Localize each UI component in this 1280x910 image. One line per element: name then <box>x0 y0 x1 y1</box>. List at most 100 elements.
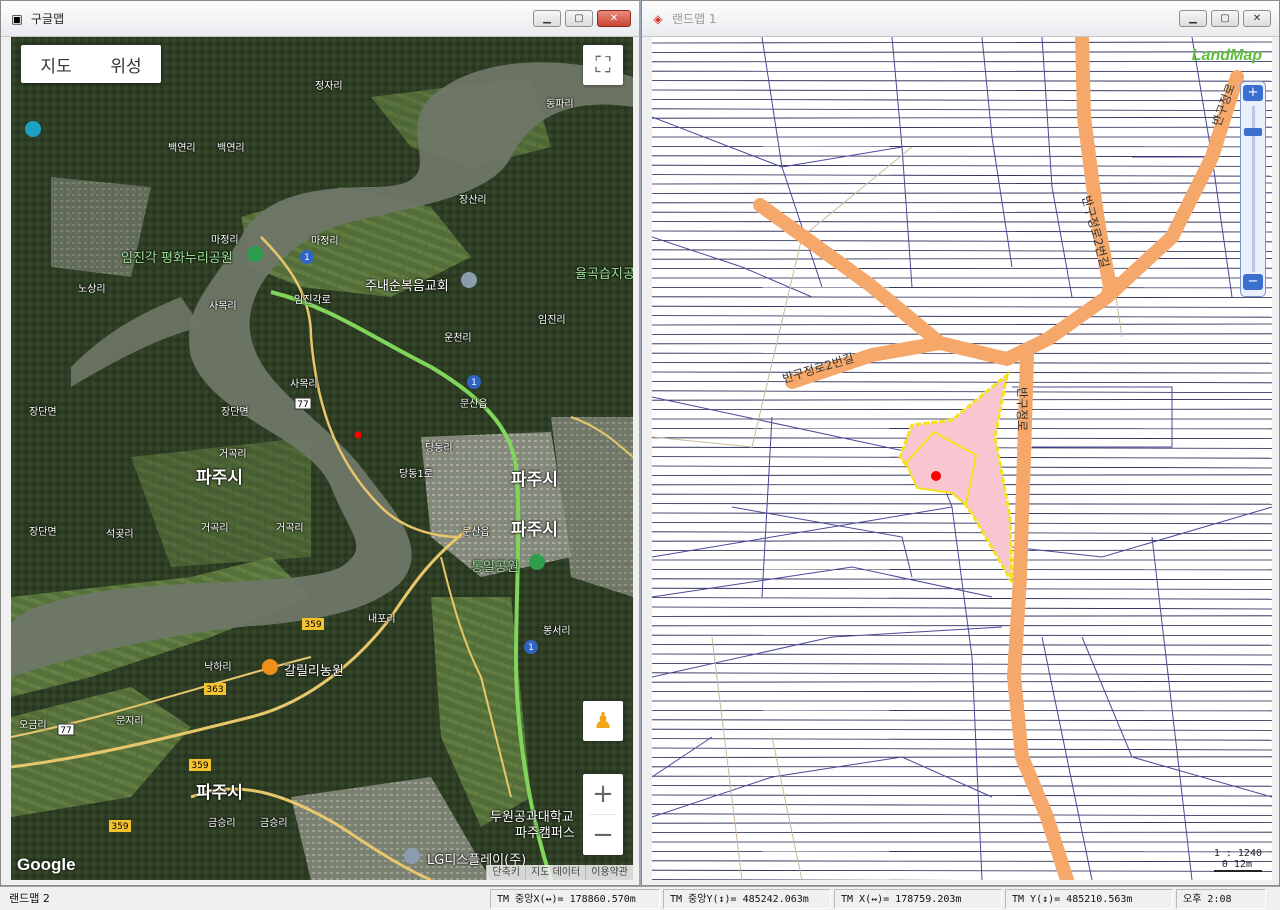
close-button[interactable]: ✕ <box>1243 10 1271 27</box>
label-majeongri-1: 마정리 <box>211 235 239 246</box>
contour-line <box>652 672 1272 675</box>
map-data-link[interactable]: 지도 데이터 <box>525 865 585 880</box>
contour-line <box>652 719 1272 721</box>
street-view-button[interactable]: ♟ <box>583 701 623 741</box>
label-naepori: 내포리 <box>368 614 396 625</box>
minimize-button[interactable]: ▁ <box>1179 10 1207 27</box>
route-359-shield-a: 359 <box>304 620 321 630</box>
contour-line <box>652 80 1272 82</box>
contour-line <box>652 521 1272 525</box>
route-359-shield-c: 359 <box>111 822 128 832</box>
label-samokri: 사목리 <box>209 301 237 312</box>
contour-line <box>652 155 1272 157</box>
route-1-shield-b: 1 <box>471 378 477 388</box>
contour-line <box>652 681 1272 683</box>
contour-line <box>652 192 1272 194</box>
contour-line <box>652 117 1272 119</box>
window-app-icon: ▣ <box>11 11 23 26</box>
contour-line <box>652 371 1272 374</box>
contour-line <box>652 587 1272 590</box>
contour-line <box>652 615 1272 617</box>
label-geumseungri-1: 금승리 <box>208 818 236 829</box>
contour-line <box>652 503 1272 505</box>
landmap-zoom-slider[interactable]: + − <box>1240 81 1266 297</box>
label-ogeumri: 오금리 <box>19 720 47 731</box>
label-duwon-campus[interactable]: 파주캠퍼스 <box>515 822 575 841</box>
status-app-name: 랜드맵 2 <box>9 891 50 905</box>
minimize-button[interactable]: ▁ <box>533 10 561 27</box>
label-munsan-eup: 문산읍 <box>460 399 488 410</box>
contour-line <box>652 380 1272 384</box>
contour-line <box>652 728 1272 731</box>
label-imjingak-park[interactable]: 임진각 평화누리공원 <box>121 247 233 266</box>
status-tm-center-y: TM 중앙Y(↕)= 485242.063m <box>663 888 831 909</box>
map-type-map-button[interactable]: 지도 <box>40 52 71 77</box>
label-paju-1: 파주시 <box>196 468 243 488</box>
landmap-zoom-out-button[interactable]: − <box>1243 274 1263 290</box>
label-dangdongri: 당동리 <box>425 443 453 454</box>
close-button[interactable]: ✕ <box>597 10 631 27</box>
label-nosangri: 노상리 <box>78 284 106 295</box>
status-tm-center-x: TM 중앙X(↔)= 178860.570m <box>490 888 660 909</box>
status-tm-y: TM Y(↕)= 485210.563m <box>1005 888 1173 909</box>
status-tm-x: TM X(↔)= 178759.203m <box>834 888 1002 909</box>
selected-location-marker[interactable] <box>931 471 941 481</box>
zoom-thumb[interactable] <box>1244 128 1262 136</box>
fullscreen-button[interactable]: ⛶ <box>583 45 623 85</box>
contour-line <box>652 108 1272 111</box>
route-77-shield-a: 77 <box>297 400 308 410</box>
zoom-out-button[interactable]: − <box>583 815 623 855</box>
label-geumseungri-2: 금승리 <box>260 818 288 829</box>
landmap-window: ◈ 랜드맵 1 ▁ ▢ ✕ 반구정로2번길 반구정로2번길 반구정로 반구정로 … <box>641 0 1280 886</box>
label-tongil-park[interactable]: 통일공원 <box>471 556 519 575</box>
contour-line <box>652 597 1272 600</box>
contour-line <box>652 869 1272 872</box>
cadastral-map[interactable]: 반구정로2번길 반구정로2번길 반구정로 반구정로 LandMap + − 1 … <box>652 37 1272 880</box>
contour-line <box>652 164 1272 167</box>
contour-line <box>652 794 1272 797</box>
contour-line <box>652 747 1272 751</box>
map-type-satellite-button[interactable]: 위성 <box>110 52 141 77</box>
contour-line <box>652 663 1272 666</box>
label-jangdan-myeon-3: 장단면 <box>29 527 57 538</box>
route-77-shield-b: 77 <box>60 726 71 736</box>
contour-line <box>652 398 1272 401</box>
scale-ratio: 1 : 1240 <box>1213 848 1262 859</box>
route-363-shield: 363 <box>206 685 223 695</box>
contour-line <box>652 323 1272 326</box>
contour-line <box>652 296 1272 299</box>
landmap-app-icon: ◈ <box>653 11 663 26</box>
maximize-button[interactable]: ▢ <box>565 10 593 27</box>
keyboard-shortcuts-link[interactable]: 단축키 <box>486 865 525 880</box>
terms-link[interactable]: 이용약관 <box>585 865 633 880</box>
label-jounae-church[interactable]: 주내순복음교회 <box>365 275 449 294</box>
label-nakhari: 낙하리 <box>204 662 232 673</box>
landmap-titlebar[interactable]: ◈ 랜드맵 1 ▁ ▢ ✕ <box>642 1 1279 37</box>
label-yulgok-wetland[interactable]: 율곡습지공 <box>575 263 633 282</box>
contour-line <box>652 860 1272 862</box>
label-jangdan-myeon-2: 장단면 <box>221 407 249 418</box>
contour-line <box>652 99 1272 102</box>
label-bongseori: 봉서리 <box>543 626 571 637</box>
zoom-in-button[interactable]: + <box>583 774 623 814</box>
maximize-button[interactable]: ▢ <box>1211 10 1239 27</box>
landmap-zoom-in-button[interactable]: + <box>1243 85 1263 101</box>
google-logo: Google <box>17 855 76 874</box>
label-paju-4: 파주시 <box>196 783 243 803</box>
pegman-icon: ♟ <box>593 708 613 734</box>
satellite-map[interactable]: 1 1 1 77 77 359 359 359 363 정자리 동파리 백연리 … <box>11 37 633 880</box>
label-jangdan-myeon-1: 장단면 <box>29 407 57 418</box>
google-map-titlebar[interactable]: ▣ 구글맵 ▁ ▢ ✕ <box>1 1 639 37</box>
label-galilee-farm[interactable]: 갈릴리농원 <box>284 660 344 679</box>
route-1-shield-a: 1 <box>304 253 310 263</box>
contour-line <box>652 51 1272 53</box>
route-1-shield-c: 1 <box>528 643 534 653</box>
contour-line <box>652 315 1272 318</box>
contour-line <box>652 531 1272 535</box>
contour-line <box>652 41 1272 44</box>
label-seokgotri: 석곶리 <box>106 529 134 540</box>
window-title: 구글맵 <box>31 12 65 26</box>
map-type-control: 지도 위성 <box>21 45 161 83</box>
label-geogokri-3: 거곡리 <box>276 523 304 534</box>
label-dongpari: 동파리 <box>546 99 574 110</box>
